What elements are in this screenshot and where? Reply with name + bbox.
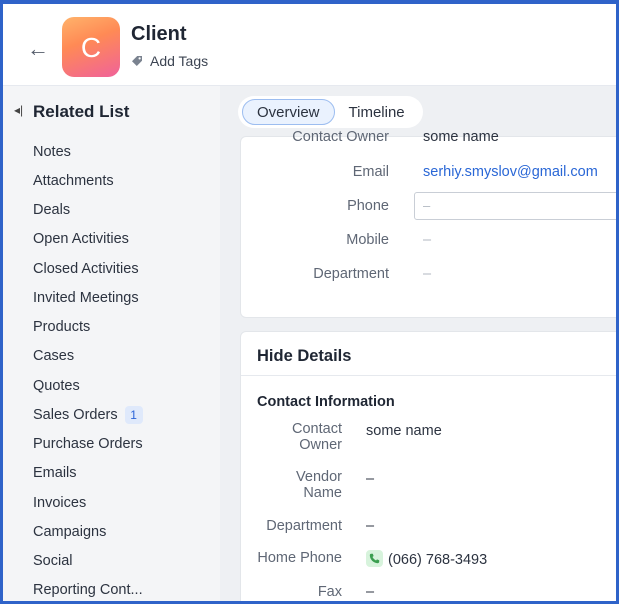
- record-title: Client: [131, 23, 187, 45]
- home-phone-label: Home Phone: [257, 550, 342, 566]
- department-value: –: [366, 518, 375, 534]
- sidebar-item-purchase-orders[interactable]: Purchase Orders: [33, 430, 143, 459]
- sidebar-item-label: Reporting Cont...: [33, 582, 143, 599]
- sidebar-item-label: Attachments: [33, 172, 114, 189]
- overview-card: Contact Owner some name Email serhiy.smy…: [240, 129, 616, 318]
- field-value: some name: [423, 129, 499, 145]
- email-row: Email serhiy.smyslov@gmail.com: [241, 164, 616, 186]
- sidebar-item-label: Campaigns: [33, 523, 107, 540]
- main-content: Contact Owner some name Email serhiy.smy…: [220, 86, 616, 601]
- sidebar-item-label: Quotes: [33, 377, 80, 394]
- contact-owner-label: Contact Owner: [292, 421, 342, 453]
- tab-timeline[interactable]: Timeline: [335, 99, 419, 125]
- sidebar-item-reporting-contacts[interactable]: Reporting Cont...: [33, 576, 143, 601]
- contact-owner-value: some name: [366, 423, 442, 439]
- app-frame: ← C Client Add Tags ◂| Related List Note…: [0, 0, 619, 604]
- hide-details-toggle[interactable]: Hide Details: [257, 347, 351, 366]
- related-list-title: Related List: [33, 102, 130, 121]
- related-list: Notes Attachments Deals Open Activities …: [33, 137, 143, 601]
- add-tags-button[interactable]: Add Tags: [131, 53, 208, 69]
- sidebar-item-emails[interactable]: Emails: [33, 459, 143, 488]
- tag-icon: [132, 56, 142, 66]
- sidebar-item-label: Products: [33, 319, 91, 336]
- count-badge: 1: [124, 405, 143, 424]
- phone-icon[interactable]: [366, 550, 383, 567]
- add-tags-label: Add Tags: [150, 53, 209, 69]
- field-label: Mobile: [346, 232, 389, 248]
- fax-value: –: [366, 584, 375, 600]
- sidebar-item-campaigns[interactable]: Campaigns: [33, 517, 143, 546]
- sidebar-item-label: Deals: [33, 202, 71, 219]
- sidebar-item-label: Cases: [33, 348, 75, 365]
- section-title: Contact Information: [257, 394, 395, 410]
- sidebar-item-deals[interactable]: Deals: [33, 196, 143, 225]
- fax-label: Fax: [317, 584, 342, 600]
- sidebar-item-label: Invoices: [33, 494, 87, 511]
- collapse-sidebar-icon[interactable]: ◂|: [14, 103, 23, 117]
- sidebar-item-invited-meetings[interactable]: Invited Meetings: [33, 283, 143, 312]
- label-line: Vendor: [296, 469, 342, 485]
- vendor-name-value: –: [366, 471, 375, 487]
- sidebar-item-label: Invited Meetings: [33, 289, 139, 306]
- related-list-sidebar: ◂| Related List Notes Attachments Deals …: [3, 86, 220, 601]
- sidebar-item-label: Emails: [33, 465, 77, 482]
- sidebar-item-closed-activities[interactable]: Closed Activities: [33, 254, 143, 283]
- field-value: –: [423, 266, 432, 282]
- vendor-name-label: Vendor Name: [296, 469, 342, 501]
- field-label: Contact Owner: [292, 129, 389, 145]
- divider: [241, 375, 616, 376]
- details-card: Hide Details Contact Information Contact…: [240, 331, 616, 601]
- sidebar-item-open-activities[interactable]: Open Activities: [33, 225, 143, 254]
- sidebar-item-social[interactable]: Social: [33, 547, 143, 576]
- label-line: Name: [303, 485, 342, 501]
- label-line: Owner: [299, 437, 342, 453]
- home-phone-value[interactable]: (066) 768-3493: [366, 550, 487, 568]
- tab-overview[interactable]: Overview: [242, 99, 335, 125]
- field-label: Email: [352, 164, 389, 180]
- field-label: Department: [313, 266, 389, 282]
- department-label: Department: [266, 518, 342, 534]
- phone-input[interactable]: –: [414, 192, 616, 220]
- back-arrow-icon[interactable]: ←: [27, 38, 49, 60]
- sidebar-item-sales-orders[interactable]: Sales Orders 1: [33, 400, 143, 429]
- sidebar-item-label: Social: [33, 553, 73, 570]
- avatar: C: [62, 17, 120, 77]
- sidebar-item-label: Open Activities: [33, 231, 129, 248]
- mobile-row: Mobile –: [241, 232, 616, 254]
- sidebar-item-label: Sales Orders: [33, 406, 118, 423]
- home-phone-number: (066) 768-3493: [388, 552, 488, 568]
- phone-row: Phone –: [241, 192, 616, 220]
- sidebar-item-label: Closed Activities: [33, 260, 139, 277]
- sidebar-item-cases[interactable]: Cases: [33, 342, 143, 371]
- sidebar-item-products[interactable]: Products: [33, 313, 143, 342]
- email-link[interactable]: serhiy.smyslov@gmail.com: [423, 164, 598, 180]
- view-tabs: Overview Timeline: [238, 96, 423, 128]
- sidebar-item-invoices[interactable]: Invoices: [33, 488, 143, 517]
- label-line: Contact: [292, 421, 342, 437]
- record-header: ← C Client Add Tags: [3, 4, 616, 86]
- sidebar-item-label: Notes: [33, 143, 71, 160]
- field-label: Phone: [347, 198, 389, 214]
- department-row: Department –: [241, 266, 616, 288]
- sidebar-item-notes[interactable]: Notes: [33, 137, 143, 166]
- sidebar-item-attachments[interactable]: Attachments: [33, 166, 143, 195]
- sidebar-item-label: Purchase Orders: [33, 436, 143, 453]
- contact-owner-row: Contact Owner some name: [241, 129, 616, 151]
- field-value: –: [423, 232, 432, 248]
- avatar-letter: C: [80, 32, 102, 63]
- sidebar-item-quotes[interactable]: Quotes: [33, 371, 143, 400]
